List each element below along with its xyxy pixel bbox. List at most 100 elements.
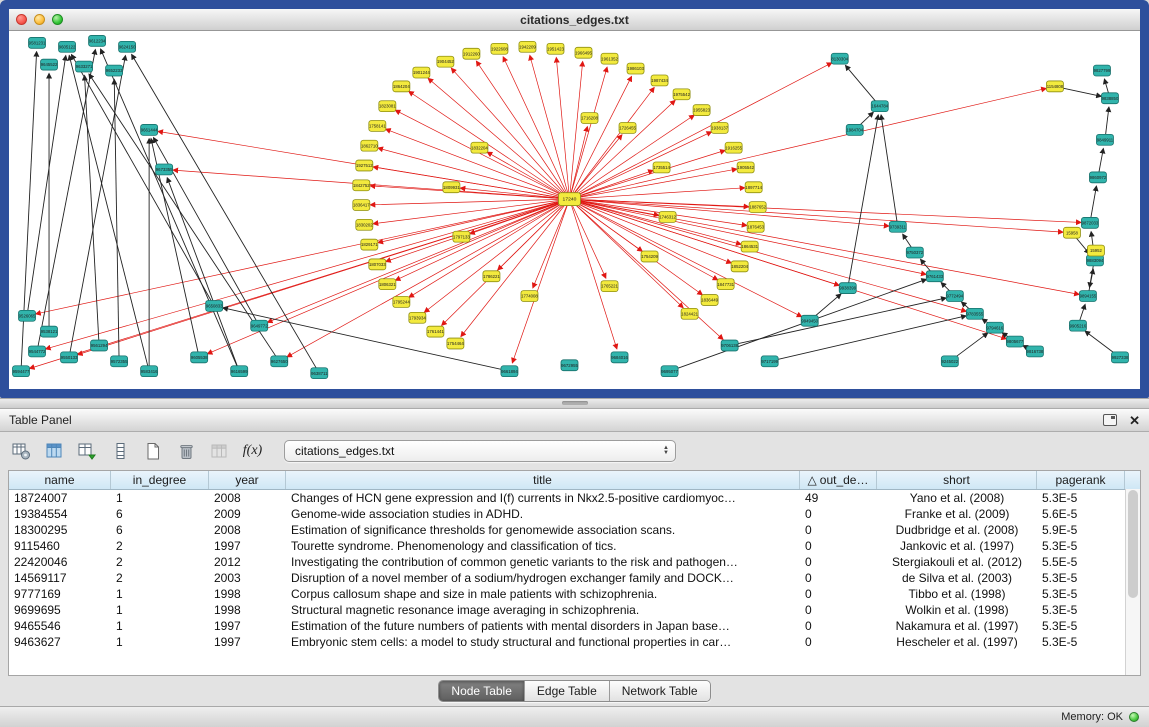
table-row[interactable]: 1938455462009Genome-wide association stu…: [9, 506, 1125, 522]
table-row[interactable]: 1872400712008Changes of HCN gene express…: [9, 490, 1125, 506]
graph-node[interactable]: 9645522: [41, 59, 58, 70]
graph-node[interactable]: 1795244: [393, 297, 410, 308]
graph-node[interactable]: 1836449: [701, 295, 718, 306]
graph-node[interactable]: 1927512: [356, 160, 373, 171]
graph-node[interactable]: 9927338: [1111, 352, 1128, 363]
graph-node[interactable]: 9650833: [206, 300, 223, 311]
tab-network-table[interactable]: Network Table: [610, 681, 710, 701]
graph-node[interactable]: 1938137: [711, 122, 728, 133]
network-canvas[interactable]: 1724018642041823081175814118627101927512…: [9, 31, 1140, 389]
show-columns-button[interactable]: [41, 438, 68, 464]
graph-node[interactable]: 9838850: [1101, 93, 1118, 104]
zoom-button[interactable]: [52, 14, 63, 25]
close-panel-icon[interactable]: ✕: [1129, 414, 1140, 427]
graph-node[interactable]: 9938399: [839, 283, 856, 294]
graph-node[interactable]: 1786221: [483, 271, 500, 282]
graph-node[interactable]: 1922608: [491, 43, 508, 54]
column-header-title[interactable]: title: [286, 471, 800, 489]
graph-node[interactable]: 9750372: [906, 247, 923, 258]
table-row[interactable]: 2242004622012Investigating the contribut…: [9, 554, 1125, 570]
tab-node-table[interactable]: Node Table: [439, 681, 525, 701]
graph-node[interactable]: 1761441: [427, 326, 444, 337]
graph-node[interactable]: 1807033: [369, 259, 386, 270]
graph-node[interactable]: 1797133: [453, 231, 470, 242]
graph-node[interactable]: 9673355: [156, 164, 173, 175]
graph-node[interactable]: 1961352: [601, 53, 618, 64]
graph-node[interactable]: 9827799: [1093, 65, 1110, 76]
graph-node[interactable]: 9816738: [1026, 346, 1043, 357]
graph-node[interactable]: 1774008: [521, 291, 538, 302]
graph-node[interactable]: 1901244: [413, 67, 430, 78]
graph-node[interactable]: 9872033: [1081, 217, 1098, 228]
network-window-titlebar[interactable]: citations_edges.txt: [9, 9, 1140, 31]
graph-node[interactable]: 1644784: [871, 101, 888, 112]
graph-node[interactable]: 1716208: [581, 113, 598, 124]
scrollbar-thumb[interactable]: [1128, 490, 1138, 598]
graph-node[interactable]: 1847731: [717, 279, 734, 290]
graph-node[interactable]: 9860972: [1089, 172, 1106, 183]
graph-node[interactable]: 9706138: [721, 340, 738, 351]
graph-node[interactable]: 9684016: [611, 352, 628, 363]
graph-node[interactable]: 9783555: [966, 308, 983, 319]
graph-node[interactable]: 9583416: [141, 366, 158, 377]
graph-node[interactable]: 1824421: [681, 308, 698, 319]
graph-node[interactable]: 9905216: [1069, 320, 1086, 331]
graph-node[interactable]: 9794616: [986, 322, 1003, 333]
graph-node[interactable]: 1754209: [641, 251, 658, 262]
graph-node[interactable]: 9605538: [191, 352, 208, 363]
table-row[interactable]: 911546021997Tourette syndrome. Phenomeno…: [9, 538, 1125, 554]
graph-node[interactable]: 15958: [1063, 227, 1080, 238]
graph-node[interactable]: 1986103: [627, 63, 644, 74]
table-row[interactable]: 946362711997Embryonic stem cells: a mode…: [9, 634, 1125, 650]
graph-node[interactable]: 1864531: [741, 241, 758, 252]
graph-node[interactable]: 9627650: [271, 356, 288, 367]
graph-node[interactable]: 9649772: [251, 320, 268, 331]
graph-node[interactable]: 9894155: [1079, 291, 1096, 302]
graph-node[interactable]: 1793934: [409, 312, 426, 323]
splitter-grip[interactable]: [562, 401, 588, 405]
graph-node[interactable]: 1735514: [653, 162, 670, 173]
graph-node[interactable]: 1832204: [471, 142, 488, 153]
graph-node[interactable]: 1975542: [673, 89, 690, 100]
delete-table-button[interactable]: [173, 438, 200, 464]
graph-node[interactable]: 15952: [1087, 245, 1104, 256]
graph-node[interactable]: 1916255: [725, 142, 742, 153]
graph-node[interactable]: 9544772: [29, 346, 46, 357]
column-header-short[interactable]: short: [877, 471, 1037, 489]
graph-node[interactable]: 1754464: [447, 338, 464, 349]
column-header-in_degree[interactable]: in_degree: [111, 471, 209, 489]
graph-node[interactable]: 1966495: [575, 47, 592, 58]
table-row[interactable]: 977716911998Corpus callosum shape and si…: [9, 586, 1125, 602]
graph-node[interactable]: 9633271: [76, 61, 93, 72]
graph-node[interactable]: 1809931: [443, 182, 460, 193]
graph-node[interactable]: 9538121: [41, 326, 58, 337]
graph-node[interactable]: 1726455: [619, 122, 636, 133]
graph-node[interactable]: 1864204: [393, 81, 410, 92]
graph-node[interactable]: 1876453: [747, 221, 764, 232]
column-header-pagerank[interactable]: pagerank: [1037, 471, 1125, 489]
table-row[interactable]: 969969511998Structural magnetic resonanc…: [9, 602, 1125, 618]
graph-node[interactable]: 9594477: [13, 366, 30, 377]
table-row[interactable]: 1456911722003Disruption of a novel membe…: [9, 570, 1125, 586]
graph-node[interactable]: 1765221: [601, 281, 618, 292]
graph-node[interactable]: 1984704: [846, 124, 863, 135]
graph-node[interactable]: 1955823: [693, 105, 710, 116]
graph-node[interactable]: 1904452: [437, 56, 454, 67]
graph-node[interactable]: 9616599: [231, 366, 248, 377]
graph-node[interactable]: 1823081: [379, 101, 396, 112]
import-table-button[interactable]: [206, 438, 233, 464]
graph-node[interactable]: 9612234: [89, 35, 106, 46]
graph-node[interactable]: 9638711: [311, 368, 328, 379]
graph-node[interactable]: 8130304: [831, 53, 848, 64]
graph-node[interactable]: 1987434: [651, 75, 668, 86]
graph-node[interactable]: 9761433: [926, 271, 943, 282]
graph-node[interactable]: 1842752: [353, 180, 370, 191]
function-builder-button[interactable]: f(x): [239, 438, 266, 464]
graph-node[interactable]: 9581231: [29, 37, 46, 48]
tab-edge-table[interactable]: Edge Table: [525, 681, 610, 701]
graph-node[interactable]: 1942209: [519, 41, 536, 52]
graph-node[interactable]: 9949450: [801, 315, 818, 326]
graph-node[interactable]: 9661894: [501, 366, 518, 377]
table-mode-button[interactable]: [8, 438, 35, 464]
graph-node[interactable]: 17240: [558, 193, 580, 206]
